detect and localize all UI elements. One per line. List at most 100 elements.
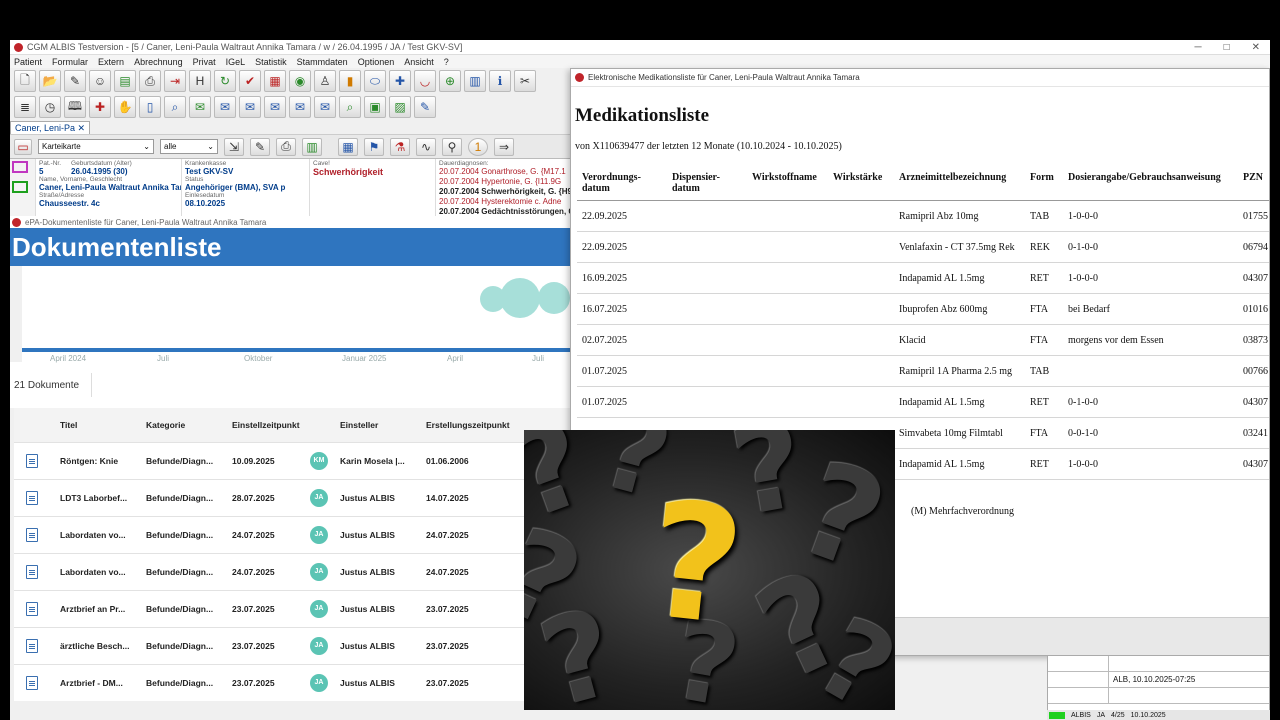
table-row[interactable]: ärztliche Besch... Befunde/Diagn... 23.07.… [14, 626, 574, 664]
mortar-icon[interactable]: ⚗ [390, 137, 410, 156]
menu-patient[interactable]: Patient [14, 57, 42, 67]
table-row[interactable]: Röntgen: Knie Befunde/Diagn... 10.09.2025 K… [14, 441, 574, 479]
hzv-icon[interactable]: H [189, 70, 211, 92]
barcode-icon[interactable]: ▥ [302, 137, 322, 156]
table-row[interactable]: Arztbrief - DM... Befunde/Diagn... 23.07.2… [14, 663, 574, 701]
plus-circle-icon[interactable]: ⊕ [439, 70, 461, 92]
minimize-icon[interactable]: ─ [1194, 42, 1201, 53]
timeline-bubble[interactable] [538, 282, 570, 314]
col-einsteller[interactable]: Einsteller [336, 408, 422, 442]
doc-title[interactable]: Labordaten vo... [56, 552, 142, 590]
magenta-card-icon[interactable] [12, 161, 28, 173]
syringe-icon[interactable]: ✚ [389, 70, 411, 92]
maximize-icon[interactable]: □ [1224, 42, 1230, 53]
pill-icon[interactable]: ⬭ [364, 70, 386, 92]
folder-person-icon[interactable]: ▣ [364, 96, 386, 118]
clock-icon[interactable]: ◷ [39, 96, 61, 118]
open-book-icon[interactable]: 🕮 [64, 96, 86, 118]
doc-title[interactable]: LDT3 Laborbef... [56, 478, 142, 516]
mail-forward-icon[interactable]: ✉ [289, 96, 311, 118]
col-titel[interactable]: Titel [56, 408, 142, 442]
karteikarte-select[interactable]: Karteikarte ⌄ [38, 139, 154, 154]
scissors-icon[interactable]: ✂ [514, 70, 536, 92]
printer-icon[interactable]: ⎙ [139, 70, 161, 92]
green-circle-icon[interactable]: ◉ [289, 70, 311, 92]
pen-icon[interactable]: ✎ [250, 137, 270, 156]
diagnosis-line[interactable]: 20.07.2004 Schwerhörigkeit, G. {H9 [439, 187, 573, 197]
mail-list-icon[interactable]: ✉ [239, 96, 261, 118]
col-kategorie[interactable]: Kategorie [142, 408, 228, 442]
grid-icon[interactable]: ▦ [338, 137, 358, 156]
menu-optionen[interactable]: Optionen [358, 57, 395, 67]
card-reader-icon[interactable]: ▮ [339, 70, 361, 92]
table-row[interactable]: Arztbrief an Pr... Befunde/Diagn... 23.07.… [14, 589, 574, 627]
med-row[interactable]: 22.09.2025 Ramipril Abz 10mg TAB 1-0-0-0 017… [577, 200, 1269, 232]
image-doc-icon[interactable]: ▨ [389, 96, 411, 118]
menu-igel[interactable]: IGeL [226, 57, 246, 67]
exit-icon[interactable]: ⇥ [164, 70, 186, 92]
med-row[interactable]: 01.07.2025 Indapamid AL 1.5mg RET 0-1-0-0 04… [577, 386, 1269, 418]
filter-select[interactable]: alle ⌄ [160, 139, 218, 154]
med-row[interactable]: 16.09.2025 Indapamid AL 1.5mg RET 1-0-0-0 04… [577, 262, 1269, 294]
purple-book-icon[interactable]: ▥ [464, 70, 486, 92]
diagnosis-line[interactable]: 20.07.2004 Hypertonie, G. {I11.9G [439, 177, 573, 187]
table-row[interactable]: Labordaten vo... Befunde/Diagn... 24.07.20… [14, 552, 574, 590]
doc-title[interactable]: Arztbrief - DM... [56, 663, 142, 701]
search-doc-icon[interactable]: ⌕ [164, 96, 186, 118]
menu-privat[interactable]: Privat [193, 57, 216, 67]
med-row[interactable]: 16.07.2025 Ibuprofen Abz 600mg FTA bei Beda… [577, 293, 1269, 325]
dropper-icon[interactable]: ⚲ [442, 137, 462, 156]
new-document-icon[interactable]: 🗋 [14, 70, 36, 92]
menu-statistik[interactable]: Statistik [255, 57, 287, 67]
hand-icon[interactable]: ✋ [114, 96, 136, 118]
med-row[interactable]: 01.07.2025 Ramipril 1A Pharma 2.5 mg TAB 00… [577, 355, 1269, 387]
abc-icon[interactable]: ✎ [64, 70, 86, 92]
open-folder-icon[interactable]: 📂 [39, 70, 61, 92]
ia-icon[interactable]: ⇒ [494, 137, 514, 156]
med-row[interactable]: 22.09.2025 Venlafaxin - CT 37.5mg Rek REK 0… [577, 231, 1269, 263]
binder-icon[interactable]: ▯ [139, 96, 161, 118]
side-grid-entry[interactable]: ALB, 10.10.2025-07:25 [1108, 672, 1269, 687]
medkit-icon[interactable]: ✚ [89, 96, 111, 118]
book-icon[interactable]: ▤ [114, 70, 136, 92]
table-row[interactable]: LDT3 Laborbef... Befunde/Diagn... 28.07.20… [14, 478, 574, 516]
flag-icon[interactable]: ⚑ [364, 137, 384, 156]
green-card-icon[interactable] [12, 181, 28, 193]
menu-ansicht[interactable]: Ansicht [404, 57, 434, 67]
menu-stammdaten[interactable]: Stammdaten [297, 57, 348, 67]
calendar-icon[interactable]: ▦ [264, 70, 286, 92]
layout-icon[interactable]: ▭ [14, 138, 32, 155]
tab-patient[interactable]: Caner, Leni-Pa ✕ [10, 121, 91, 134]
menu-abrechnung[interactable]: Abrechnung [134, 57, 183, 67]
diagnosis-line[interactable]: 20.07.2004 Gonarthrose, G. {M17.1 [439, 167, 573, 177]
med-row[interactable]: 02.07.2025 Klacid FTA morgens vor dem Essen… [577, 324, 1269, 356]
doc-title[interactable]: Arztbrief an Pr... [56, 589, 142, 627]
table-row[interactable]: Labordaten vo... Befunde/Diagn... 24.07.20… [14, 515, 574, 553]
edit-doc-icon[interactable]: ✎ [414, 96, 436, 118]
mail-icon[interactable]: ✉ [214, 96, 236, 118]
diagnosis-line[interactable]: 20.07.2004 Gedächtnisstörungen, G [439, 207, 575, 216]
list-icon[interactable]: ≣ [14, 96, 36, 118]
menu-extern[interactable]: Extern [98, 57, 124, 67]
person-icon[interactable]: ☺ [89, 70, 111, 92]
bottle-icon[interactable]: ♙ [314, 70, 336, 92]
search-person-icon[interactable]: ⌕ [339, 96, 361, 118]
mail-edit-icon[interactable]: ✉ [314, 96, 336, 118]
timeline-bubble[interactable] [500, 278, 540, 318]
number-one-icon[interactable]: 1 [468, 137, 488, 156]
close-icon[interactable]: ✕ [1252, 42, 1260, 53]
ekg-icon[interactable]: ∿ [416, 137, 436, 156]
mail-check-icon[interactable]: ✉ [189, 96, 211, 118]
checklist-icon[interactable]: ✔ [239, 70, 261, 92]
mouth-icon[interactable]: ◡ [414, 70, 436, 92]
doc-title[interactable]: Röntgen: Knie [56, 441, 142, 479]
diagnosis-line[interactable]: 20.07.2004 Hysterektomie c. Adne [439, 197, 573, 207]
menu-help[interactable]: ? [444, 57, 449, 67]
refresh-icon[interactable]: ↻ [214, 70, 236, 92]
menu-formular[interactable]: Formular [52, 57, 88, 67]
arrow-doc-icon[interactable]: ⇲ [224, 137, 244, 156]
mail-up-icon[interactable]: ✉ [264, 96, 286, 118]
col-einstellzeitpunkt[interactable]: Einstellzeitpunkt [228, 408, 306, 442]
doc-title[interactable]: ärztliche Besch... [56, 626, 142, 664]
print-settings-icon[interactable]: ⎙ [276, 137, 296, 156]
